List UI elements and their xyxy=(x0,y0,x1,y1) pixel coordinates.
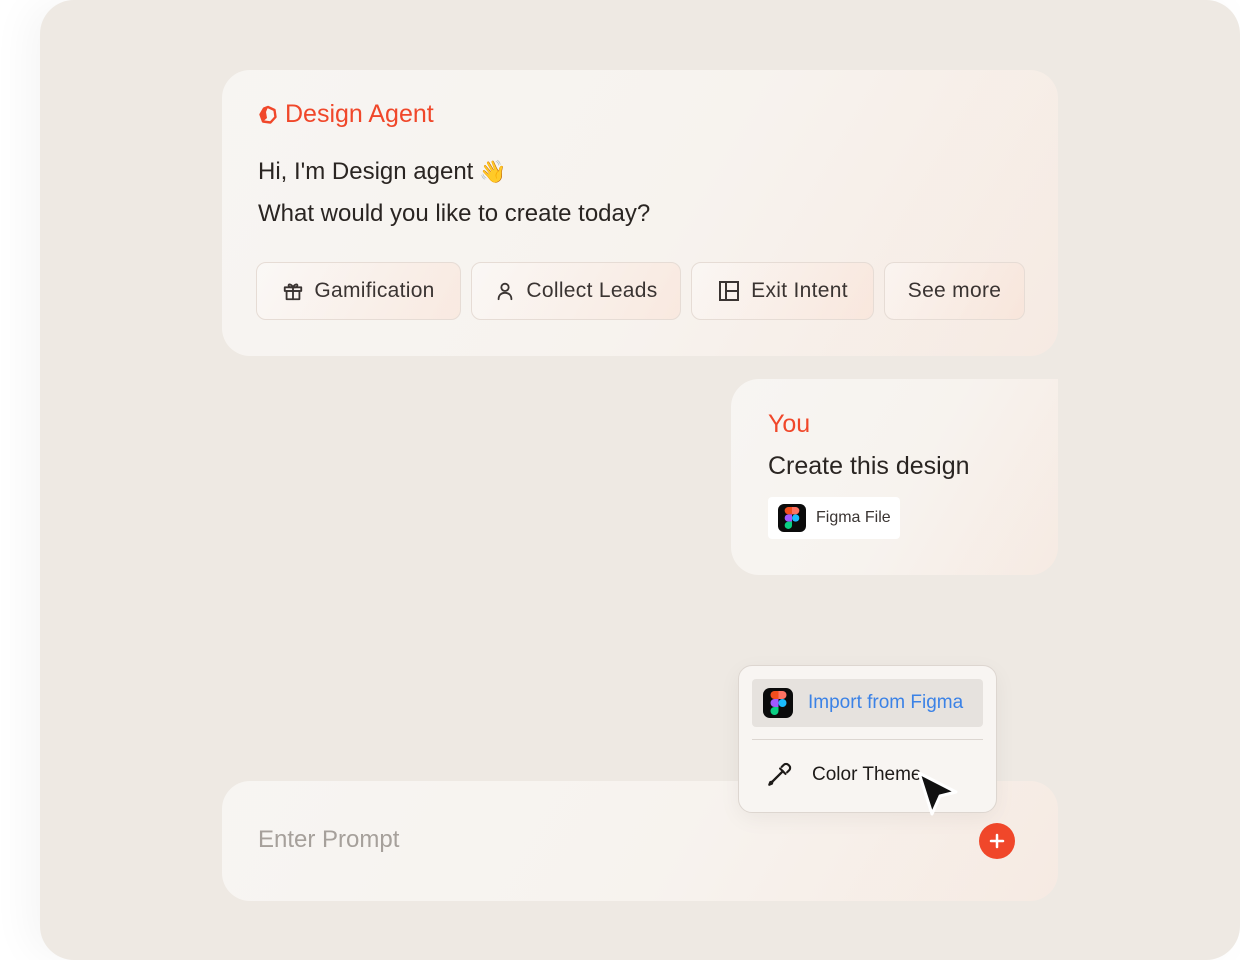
figma-icon xyxy=(778,504,806,532)
agent-greeting: Hi, I'm Design agent 👋 xyxy=(258,158,507,186)
user-icon xyxy=(498,282,513,301)
chip-label: Gamification xyxy=(314,279,435,302)
layout-icon xyxy=(719,281,740,301)
menu-item-import-figma[interactable]: Import from Figma xyxy=(752,679,983,727)
attachment-label: Figma File xyxy=(816,509,891,526)
menu-item-color-theme[interactable]: Color Theme xyxy=(766,757,921,793)
menu-divider xyxy=(752,739,983,740)
agent-title: Design Agent xyxy=(285,100,434,128)
chip-see-more[interactable]: See more xyxy=(884,262,1025,320)
figma-file-attachment[interactable]: Figma File xyxy=(768,497,900,539)
chip-label: See more xyxy=(907,279,1002,302)
mouse-cursor-icon xyxy=(917,771,958,816)
prompt-input[interactable]: Enter Prompt xyxy=(258,826,399,854)
add-button[interactable] xyxy=(979,823,1015,859)
menu-item-label: Color Theme xyxy=(812,764,922,785)
wave-emoji-icon: 👋 xyxy=(479,159,507,184)
chip-exit-intent[interactable]: Exit Intent xyxy=(691,262,874,320)
chip-gamification[interactable]: Gamification xyxy=(256,262,461,320)
chip-collect-leads[interactable]: Collect Leads xyxy=(471,262,681,320)
eyedropper-icon xyxy=(768,762,792,786)
agent-logo-icon xyxy=(259,105,277,124)
agent-question: What would you like to create today? xyxy=(258,200,651,227)
user-message-text: Create this design xyxy=(768,452,970,480)
figma-icon xyxy=(763,688,793,718)
chip-label: Collect Leads xyxy=(526,279,658,302)
agent-header: Design Agent xyxy=(258,100,434,129)
chip-label: Exit Intent xyxy=(751,279,848,302)
gift-icon xyxy=(284,283,303,301)
menu-item-label: Import from Figma xyxy=(808,692,964,713)
user-author: You xyxy=(768,410,811,438)
greeting-text: Hi, I'm Design agent xyxy=(258,158,474,185)
plus-icon xyxy=(989,833,1005,849)
